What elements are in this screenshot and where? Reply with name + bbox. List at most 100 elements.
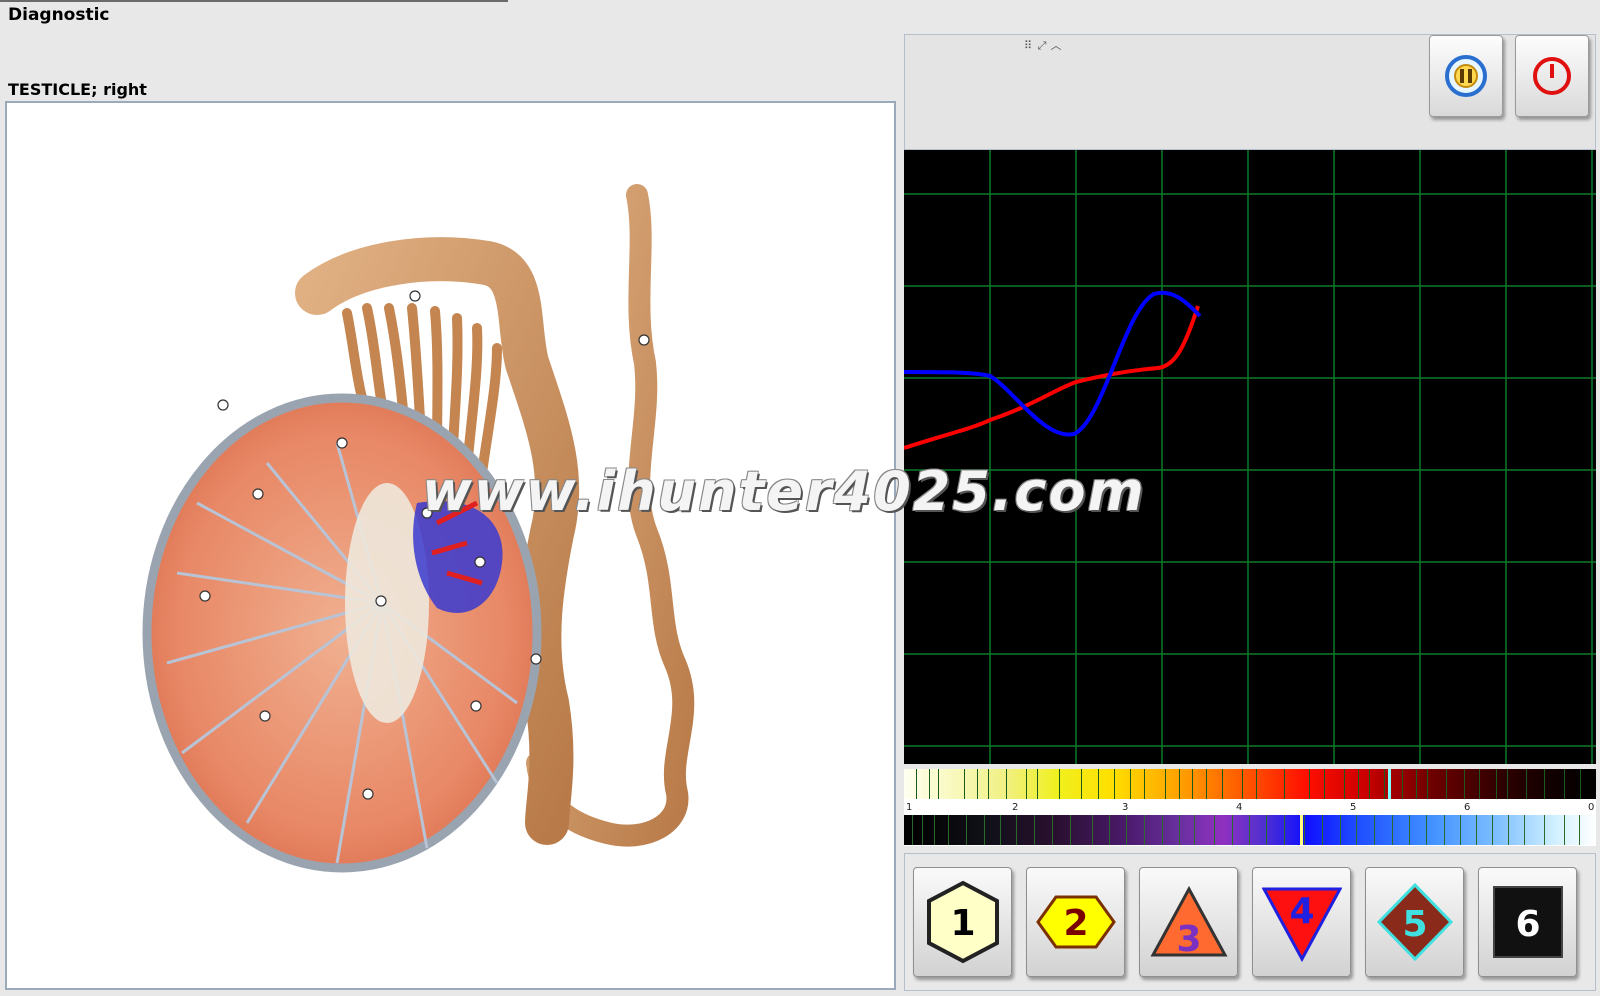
spectrum-tick bbox=[1392, 815, 1393, 845]
level-2-button[interactable]: 2 bbox=[1026, 867, 1125, 977]
spectrum-tick bbox=[1070, 815, 1071, 845]
spectrum-tick bbox=[1444, 815, 1445, 845]
spectrum-tick bbox=[1144, 815, 1145, 845]
level-3-button[interactable]: 3 bbox=[1139, 867, 1238, 977]
spectrum-tick bbox=[1309, 769, 1310, 799]
spectrum-tick bbox=[1544, 769, 1545, 799]
hexagon-level-icon: 1 bbox=[926, 880, 999, 964]
level-6-button[interactable]: 6 bbox=[1478, 867, 1577, 977]
spectrum-tick bbox=[1384, 769, 1385, 799]
spectrum-tick bbox=[1081, 769, 1082, 799]
spectrum-tick bbox=[1524, 815, 1525, 845]
spectrum-tick bbox=[1564, 769, 1565, 799]
spectrum-tick bbox=[1340, 815, 1341, 845]
spectrum-tick bbox=[1037, 769, 1038, 799]
spectrum-tick bbox=[1052, 815, 1053, 845]
spectrum-tick bbox=[1130, 769, 1131, 799]
spectrum-tick bbox=[1580, 769, 1581, 799]
spectrum-tick bbox=[1000, 815, 1001, 845]
spectrum-tick bbox=[1059, 769, 1060, 799]
blue-trace bbox=[903, 290, 1202, 437]
window-mini-controls: ⠿ ⤢ ︿ bbox=[1021, 37, 1069, 53]
testicle-anatomy-illustration bbox=[142, 184, 695, 873]
spectrum-tick bbox=[1016, 815, 1017, 845]
level-5-label: 5 bbox=[1402, 904, 1427, 945]
restore-icon[interactable]: ⤢ bbox=[1035, 39, 1049, 53]
diamond-level-icon: 5 bbox=[1376, 882, 1453, 962]
spectrum-scale-labels: 1 2 3 4 5 6 0 bbox=[904, 802, 1596, 814]
spectrum-tick bbox=[1426, 815, 1427, 845]
spectrum-tick bbox=[1564, 815, 1565, 845]
pause-button[interactable] bbox=[1429, 35, 1503, 117]
scale-label: 1 bbox=[906, 802, 913, 813]
spectrum-tick bbox=[1344, 769, 1345, 799]
spectrum-tick bbox=[1358, 769, 1359, 799]
spectrum-tick bbox=[1544, 815, 1545, 845]
power-button[interactable] bbox=[1515, 35, 1589, 117]
spectrum-tick bbox=[1492, 815, 1493, 845]
cool-spectrum-bar bbox=[904, 815, 1596, 845]
spectrum-tick bbox=[1579, 815, 1580, 845]
spectrum-tick bbox=[984, 815, 985, 845]
level-buttons-panel: 1 2 3 4 5 6 bbox=[904, 853, 1596, 991]
title-rule bbox=[0, 0, 508, 2]
warm-spectrum-bar bbox=[904, 769, 1596, 799]
spectrum-tick bbox=[1409, 815, 1410, 845]
level-5-button[interactable]: 5 bbox=[1365, 867, 1464, 977]
level-4-label: 4 bbox=[1289, 891, 1314, 932]
spectrum-tick bbox=[1179, 815, 1180, 845]
square-level-icon: 6 bbox=[1492, 886, 1563, 958]
window-title: Diagnostic bbox=[8, 5, 110, 25]
spectrum-scale: 1 2 3 4 5 6 0 bbox=[904, 769, 1596, 846]
spectrum-tick bbox=[1179, 769, 1180, 799]
scale-label: 6 bbox=[1464, 802, 1471, 813]
spectrum-tick bbox=[1114, 769, 1115, 799]
scale-label: 2 bbox=[1012, 802, 1019, 813]
spectrum-tick bbox=[1479, 769, 1480, 799]
level-1-button[interactable]: 1 bbox=[913, 867, 1012, 977]
spectrum-tick bbox=[1284, 815, 1285, 845]
spectrum-tick bbox=[1206, 769, 1207, 799]
spectrum-tick bbox=[1162, 815, 1163, 845]
collapse-icon[interactable]: ︿ bbox=[1049, 37, 1063, 53]
graph-canvas bbox=[903, 150, 1596, 764]
spectrum-tick bbox=[948, 815, 949, 845]
scale-label: 4 bbox=[1236, 802, 1243, 813]
grip-icon[interactable]: ⠿ bbox=[1021, 39, 1035, 52]
spectrum-tick bbox=[1006, 769, 1007, 799]
spectrum-tick bbox=[1446, 769, 1447, 799]
spectrum-tick bbox=[988, 769, 989, 799]
spectrum-tick bbox=[977, 769, 978, 799]
spectrum-tick bbox=[1427, 769, 1428, 799]
spectrum-tick bbox=[938, 769, 939, 799]
spectrum-tick bbox=[1214, 815, 1215, 845]
spectrum-tick bbox=[1266, 815, 1267, 845]
spectrum-tick bbox=[916, 769, 917, 799]
spectrum-tick bbox=[1194, 815, 1195, 845]
hexagon-level-icon: 2 bbox=[1035, 895, 1116, 949]
level-4-button[interactable]: 4 bbox=[1252, 867, 1351, 977]
spectrum-tick bbox=[1476, 815, 1477, 845]
spectrum-marker bbox=[1300, 815, 1303, 845]
triangle-down-level-icon: 4 bbox=[1261, 887, 1342, 963]
spectrum-tick bbox=[1508, 815, 1509, 845]
scale-label: 5 bbox=[1350, 802, 1357, 813]
spectrum-tick bbox=[1026, 769, 1027, 799]
power-icon bbox=[1533, 57, 1571, 95]
spectrum-tick bbox=[1284, 769, 1285, 799]
spectrum-tick bbox=[929, 769, 930, 799]
spectrum-tick bbox=[1374, 815, 1375, 845]
spectrum-tick bbox=[1402, 769, 1403, 799]
spectrum-tick bbox=[1192, 769, 1193, 799]
level-3-label: 3 bbox=[1176, 919, 1201, 960]
spectrum-tick bbox=[966, 815, 967, 845]
spectrum-tick bbox=[1232, 815, 1233, 845]
spectrum-tick bbox=[1098, 769, 1099, 799]
scale-label: 3 bbox=[1122, 802, 1129, 813]
spectrum-tick bbox=[1242, 769, 1243, 799]
spectrum-tick bbox=[1526, 769, 1527, 799]
spectrum-marker bbox=[1388, 769, 1391, 799]
spectrum-tick bbox=[1256, 769, 1257, 799]
spectrum-tick bbox=[1222, 769, 1223, 799]
spectrum-tick bbox=[1109, 815, 1110, 845]
